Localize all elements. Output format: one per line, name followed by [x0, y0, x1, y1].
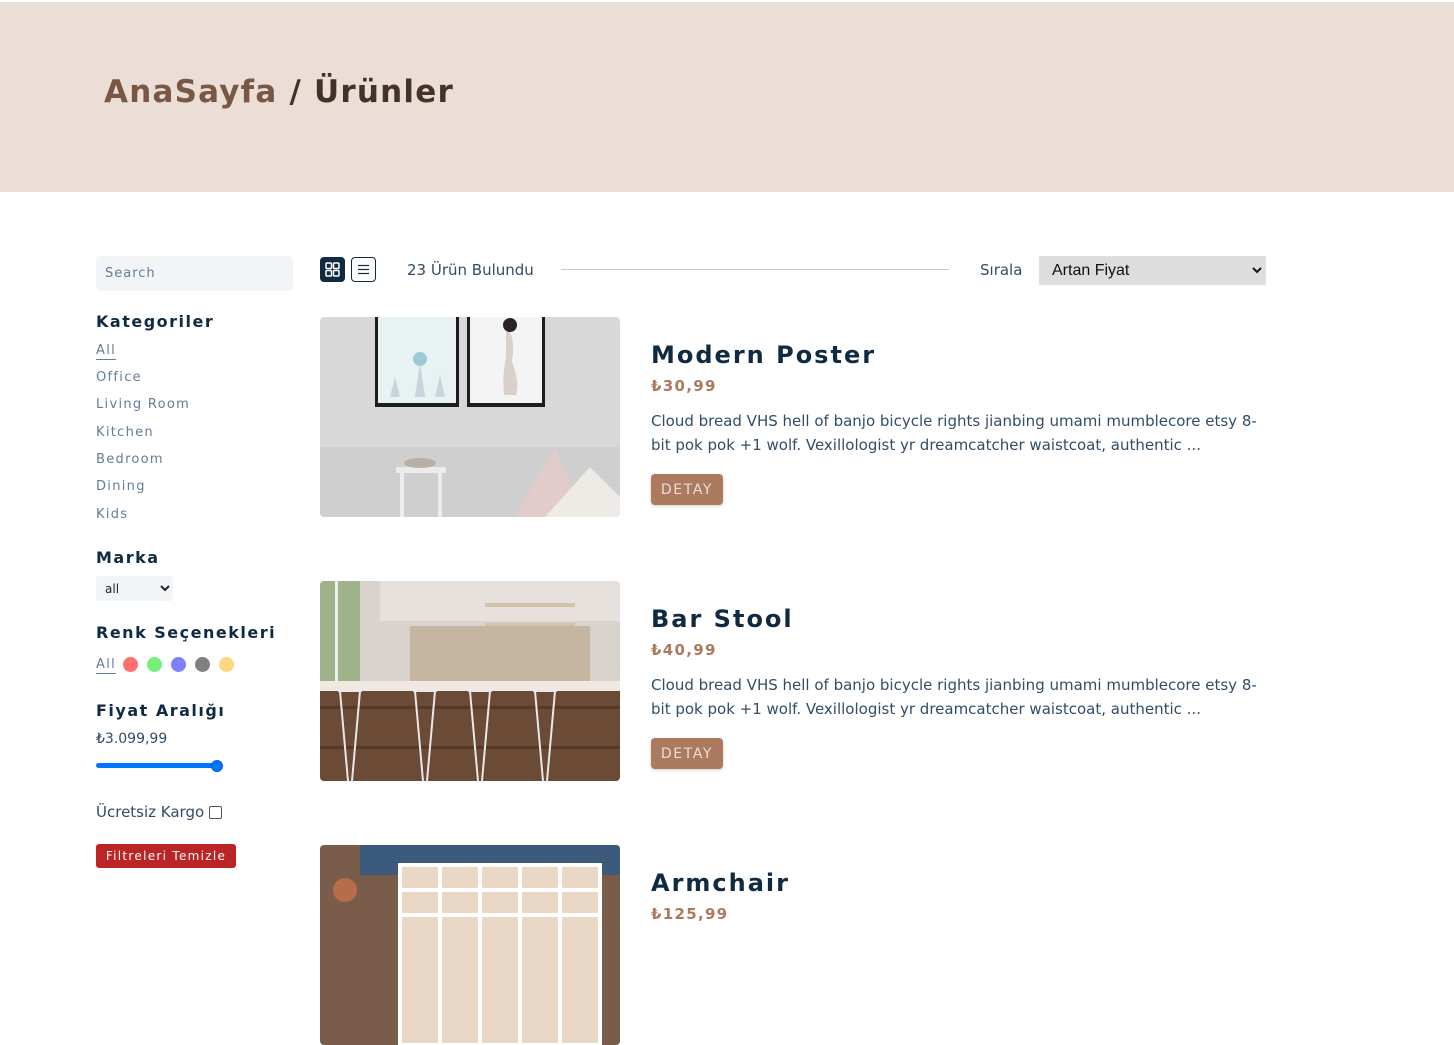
- sort-label: Sırala: [980, 261, 1023, 279]
- color-swatch-red[interactable]: [123, 657, 138, 672]
- category-kitchen[interactable]: Kitchen: [96, 425, 154, 440]
- categories-heading: Kategoriler: [96, 312, 215, 331]
- product-price: ₺30,99: [651, 377, 717, 395]
- list-icon: [358, 264, 369, 275]
- category-all[interactable]: All: [96, 343, 117, 360]
- color-all[interactable]: All: [96, 657, 117, 674]
- product-detail-button[interactable]: DETAY: [651, 738, 723, 769]
- product-description: Cloud bread VHS hell of banjo bicycle ri…: [651, 412, 1257, 454]
- product-name[interactable]: Modern Poster: [651, 341, 876, 369]
- free-shipping-checkbox[interactable]: [209, 806, 222, 819]
- category-living-room[interactable]: Living Room: [96, 397, 190, 412]
- breadcrumb-home-link[interactable]: AnaSayfa: [104, 74, 278, 110]
- product-image-bar-stool: [320, 581, 620, 781]
- product-name[interactable]: Armchair: [651, 869, 790, 897]
- color-swatch-yellow[interactable]: [219, 657, 234, 672]
- price-value: ₺3.099,99: [96, 731, 168, 747]
- category-bedroom[interactable]: Bedroom: [96, 452, 164, 467]
- product-price: ₺40,99: [651, 641, 717, 659]
- product-name[interactable]: Bar Stool: [651, 605, 794, 633]
- product-card: Bar Stool ₺40,99 Cloud bread VHS hell of…: [320, 581, 1266, 781]
- product-detail-button[interactable]: DETAY: [651, 474, 723, 505]
- colors-heading: Renk Seçenekleri: [96, 623, 277, 642]
- product-image-modern-poster: [320, 317, 620, 517]
- brand-heading: Marka: [96, 548, 160, 567]
- grid-view-button[interactable]: [320, 257, 345, 282]
- grid-icon: [325, 262, 340, 277]
- clear-filters-button[interactable]: Filtreleri Temizle: [96, 844, 236, 868]
- price-range-track: [96, 763, 220, 768]
- page-hero: AnaSayfa / Ürünler: [0, 2, 1454, 192]
- product-count: 23 Ürün Bulundu: [407, 261, 534, 279]
- category-office[interactable]: Office: [96, 370, 142, 385]
- breadcrumb-separator: /: [277, 74, 315, 110]
- search-input[interactable]: [96, 256, 293, 291]
- breadcrumb: AnaSayfa / Ürünler: [104, 74, 454, 110]
- color-swatch-green[interactable]: [147, 657, 162, 672]
- color-swatch-gray[interactable]: [195, 657, 210, 672]
- product-card: Armchair ₺125,99: [320, 845, 1266, 1045]
- category-kids[interactable]: Kids: [96, 507, 128, 522]
- free-shipping-label: Ücretsiz Kargo: [96, 803, 205, 821]
- product-description: Cloud bread VHS hell of banjo bicycle ri…: [651, 676, 1257, 718]
- product-image-armchair: [320, 845, 620, 1045]
- price-range-thumb[interactable]: [211, 760, 223, 772]
- color-swatch-blue[interactable]: [171, 657, 186, 672]
- list-view-button[interactable]: [351, 257, 376, 282]
- product-price: ₺125,99: [651, 905, 729, 923]
- product-card: Modern Poster ₺30,99 Cloud bread VHS hel…: [320, 317, 1266, 517]
- toolbar-divider: [561, 269, 949, 270]
- brand-select[interactable]: all: [96, 576, 173, 601]
- breadcrumb-current: Ürünler: [314, 74, 454, 110]
- price-heading: Fiyat Aralığı: [96, 701, 226, 720]
- category-dining[interactable]: Dining: [96, 479, 146, 494]
- price-range-slider[interactable]: [96, 760, 226, 772]
- sort-select[interactable]: Artan Fiyat: [1039, 256, 1266, 285]
